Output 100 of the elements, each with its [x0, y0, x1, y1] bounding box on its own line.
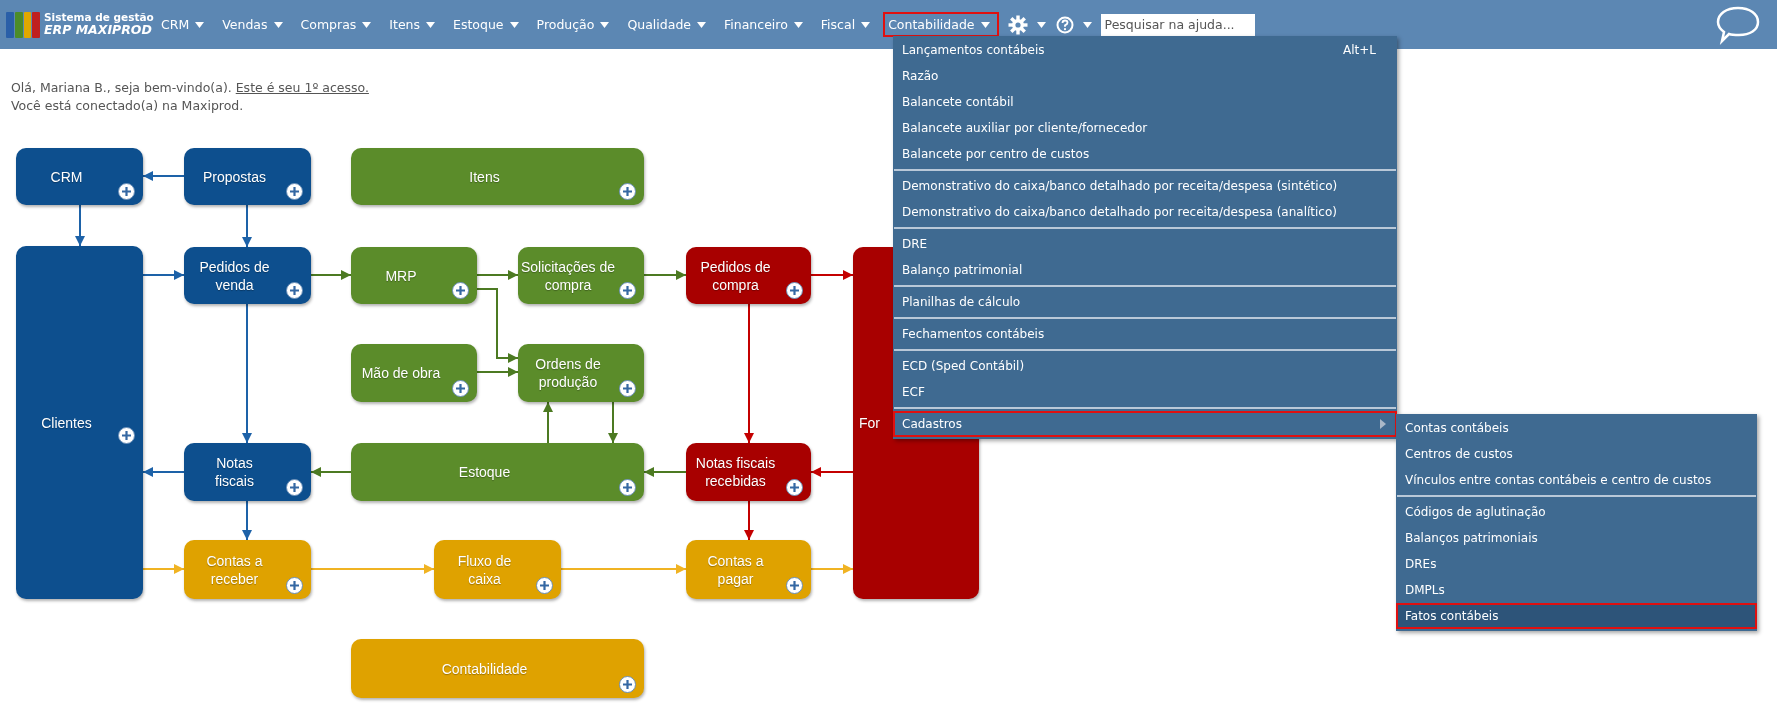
nav-menu-item[interactable]: Estoque [448, 12, 528, 37]
caret-icon [1036, 21, 1046, 28]
connector-arrow [744, 500, 754, 542]
connector-arrow [608, 401, 618, 445]
menu-item[interactable]: Razão [893, 63, 1397, 89]
module-label: Propostas [202, 167, 266, 186]
module-node[interactable]: Notas fiscais recebidas [686, 443, 811, 502]
module-label: Mão de obra [361, 364, 441, 383]
caret-icon [273, 21, 283, 28]
add-icon[interactable] [619, 479, 636, 497]
nav-menu-item[interactable]: Compras [295, 12, 381, 37]
connector-arrow [543, 401, 553, 445]
module-node[interactable]: MRP [351, 247, 477, 305]
menu-item[interactable]: Contas contábeis [1396, 415, 1757, 441]
module-node[interactable]: Pedidos de compra [686, 247, 811, 305]
menu-item[interactable]: Lançamentos contábeis Alt+L [893, 37, 1397, 63]
menu-item[interactable]: Cadastros [893, 411, 1397, 437]
module-label: Fluxo de caixa [456, 551, 513, 588]
module-node[interactable]: Ordens de produção [518, 344, 644, 403]
shortcut-label: Alt+L [1343, 43, 1376, 57]
module-label: Pedidos de venda [198, 257, 271, 294]
module-label: Notas fiscais [214, 454, 255, 491]
add-icon[interactable] [619, 380, 636, 398]
caret-icon [195, 21, 205, 28]
connector-arrow [142, 171, 185, 182]
nav-menu-item[interactable]: Produção [531, 12, 619, 37]
add-icon[interactable] [286, 577, 303, 595]
brand-subtitle: Sistema de gestão [44, 11, 154, 24]
nav-menu-item[interactable]: Vendas [217, 12, 292, 37]
module-node[interactable]: Clientes [16, 246, 143, 600]
module-node[interactable]: Solicitações de compra [518, 247, 644, 305]
menu-item[interactable]: DREs [1396, 551, 1757, 577]
caret-icon [861, 21, 871, 28]
module-node[interactable]: Estoque [351, 443, 644, 502]
menu-item[interactable]: Demonstrativo do caixa/banco detalhado por receita/despesa (analítico) [893, 199, 1397, 225]
menu-item[interactable]: Códigos de aglutinação [1396, 499, 1757, 525]
logo-icon [6, 9, 40, 40]
menu-item[interactable]: Centros de custos [1396, 441, 1757, 467]
add-icon[interactable] [786, 282, 803, 300]
nav-menu-item[interactable]: Itens [384, 12, 445, 37]
caret-icon [600, 21, 610, 28]
caret-icon [1082, 21, 1092, 28]
connector-arrow [75, 204, 85, 248]
module-label: MRP [385, 266, 417, 285]
module-node[interactable]: Notas fiscais [184, 443, 311, 502]
caret-icon [362, 21, 372, 28]
first-access-link[interactable]: Este é seu 1º acesso. [235, 80, 369, 95]
menu-item[interactable]: Vínculos entre contas contábeis e centro de custos [1396, 467, 1757, 493]
module-node[interactable]: Propostas [184, 148, 311, 206]
connector-arrow [310, 467, 352, 478]
menu-item[interactable]: DMPLs [1396, 577, 1757, 603]
menu-item[interactable]: Balancete contábil [893, 89, 1397, 115]
connector-arrow [810, 467, 854, 478]
menu-item[interactable]: Fatos contábeis [1396, 603, 1757, 629]
connector-arrow [142, 564, 185, 575]
nav-menu-item[interactable]: Qualidade [622, 12, 716, 37]
add-icon[interactable] [118, 426, 135, 444]
connector-arrow [810, 270, 854, 281]
connector-arrow [476, 367, 519, 378]
add-icon[interactable] [619, 282, 636, 300]
module-label: For [859, 414, 880, 433]
add-icon[interactable] [286, 183, 303, 201]
menu-item[interactable]: Balanços patrimoniais [1396, 525, 1757, 551]
add-icon[interactable] [786, 577, 803, 595]
caret-icon [697, 21, 707, 28]
add-icon[interactable] [619, 676, 636, 694]
connector-arrow [310, 270, 352, 281]
menu-item[interactable]: Demonstrativo do caixa/banco detalhado por receita/despesa (sintético) [893, 173, 1397, 199]
connector-arrow [643, 467, 687, 478]
add-icon[interactable] [786, 479, 803, 497]
add-icon[interactable] [452, 380, 469, 398]
menu-item[interactable]: Balancete por centro de custos [893, 141, 1397, 167]
add-icon[interactable] [286, 282, 303, 300]
add-icon[interactable] [286, 479, 303, 497]
caret-icon [980, 21, 990, 28]
module-label: Notas fiscais recebidas [694, 454, 777, 491]
welcome-message: Olá, Mariana B., seja bem-vindo(a). Este é seu 1º acesso. [11, 79, 369, 97]
module-node[interactable]: Pedidos de venda [184, 247, 311, 305]
module-node[interactable]: CRM [16, 148, 143, 206]
connector-arrow [142, 270, 185, 281]
module-label: Ordens de produção [534, 355, 602, 392]
add-icon[interactable] [118, 183, 135, 201]
help-search-field[interactable]: Pesquisar na ajuda... [1100, 13, 1255, 36]
connector-arrow [242, 204, 252, 249]
menu-item[interactable]: Balancete auxiliar por cliente/fornecedor [893, 115, 1397, 141]
nav-menu-item[interactable]: Fiscal [815, 12, 880, 37]
module-label: Estoque [458, 463, 511, 482]
nav-menu-item[interactable]: CRM [156, 12, 214, 37]
module-node[interactable]: Itens [351, 148, 644, 206]
add-icon[interactable] [452, 282, 469, 300]
add-icon[interactable] [536, 577, 553, 595]
brand-name: ERP MAXIPROD [44, 23, 152, 38]
connector-arrow [810, 564, 854, 575]
add-icon[interactable] [619, 183, 636, 201]
nav-menu-item[interactable]: Financeiro [719, 12, 812, 37]
settings-icon [1007, 14, 1028, 35]
connector-arrow [643, 270, 687, 281]
module-label: Clientes [41, 413, 92, 432]
chat-bubble-icon[interactable] [1715, 4, 1761, 45]
module-node[interactable]: Mão de obra [351, 344, 477, 403]
